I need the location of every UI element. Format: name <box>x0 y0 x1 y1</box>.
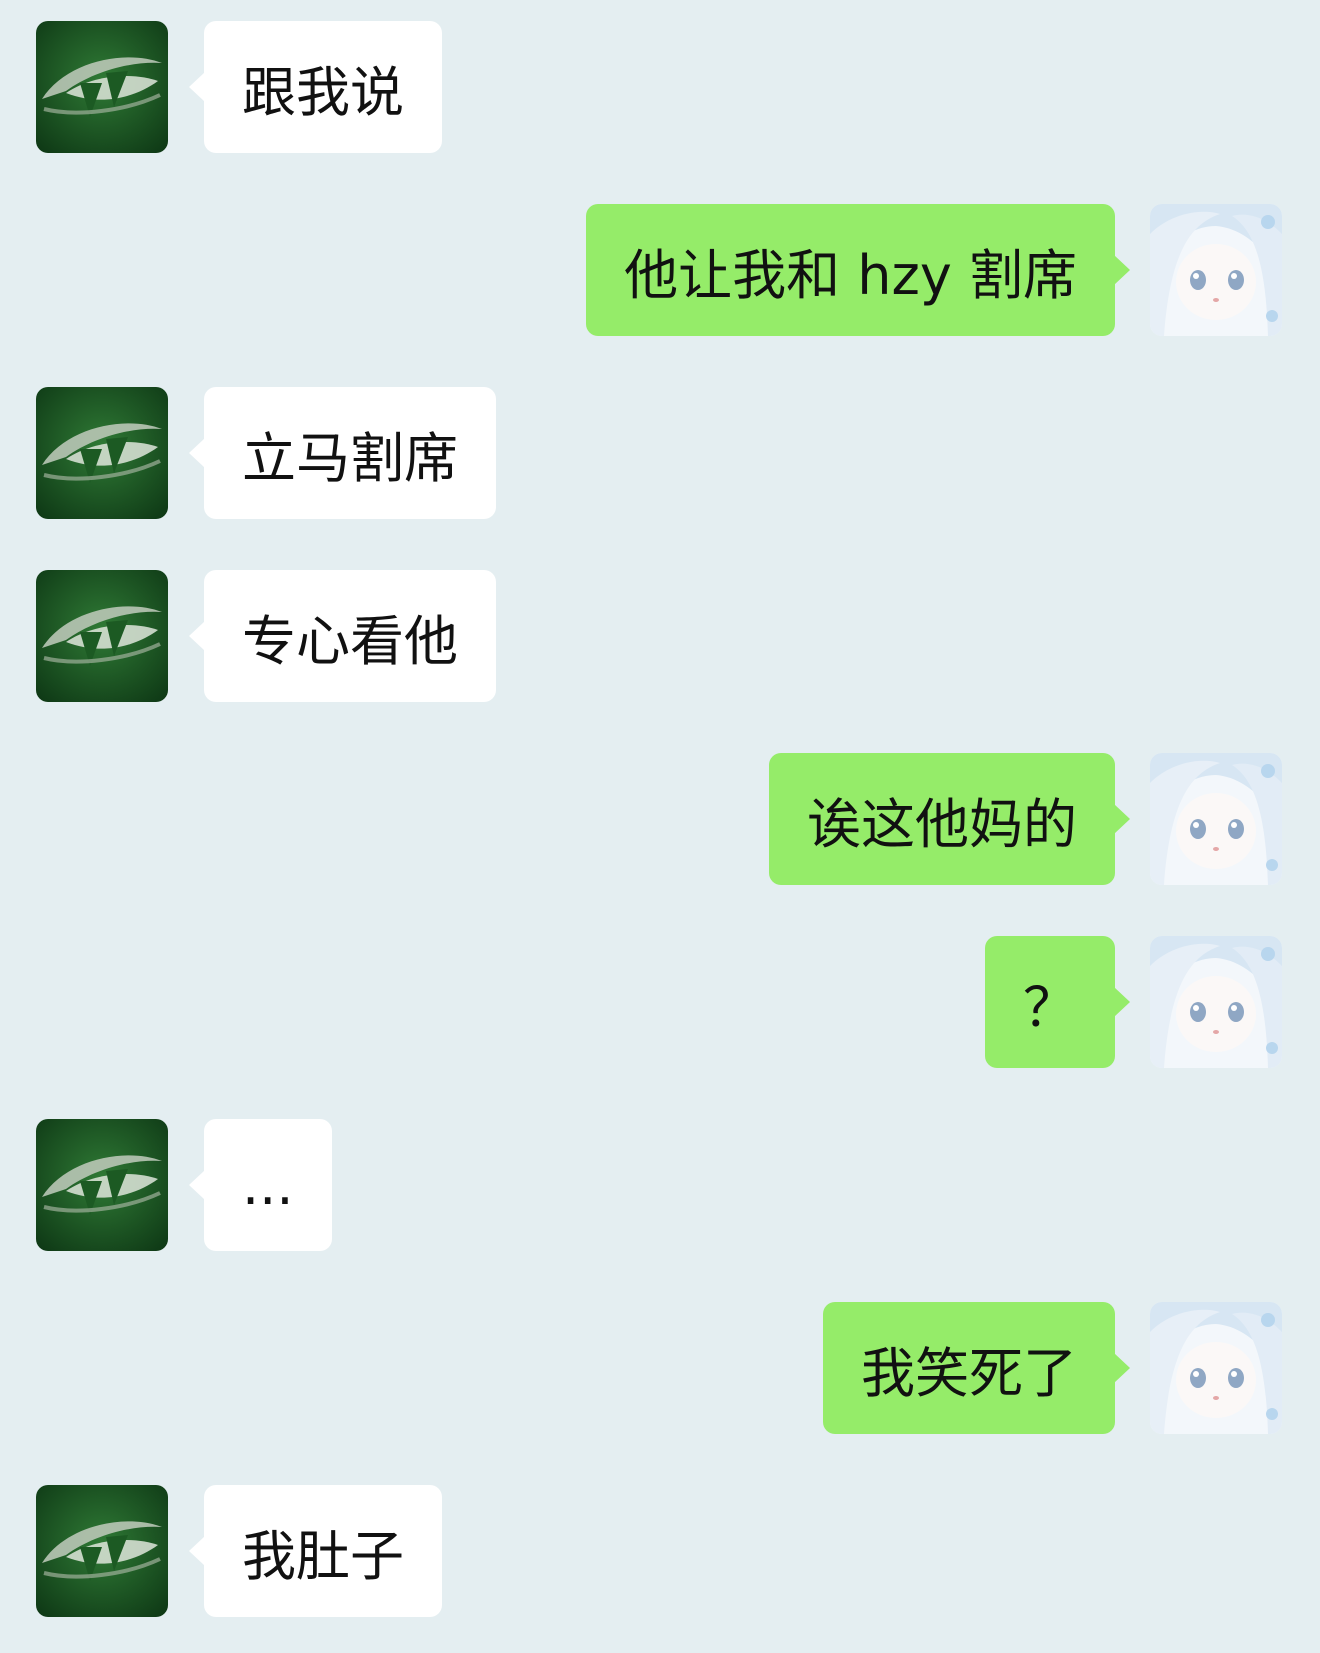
anime-girl-avatar-icon <box>1150 1302 1282 1434</box>
green-eye-avatar-icon <box>36 21 168 153</box>
green-eye-avatar-icon <box>36 570 168 702</box>
message-bubble[interactable]: ？ <box>985 936 1130 1068</box>
contact-avatar[interactable] <box>36 21 168 153</box>
message-row-outgoing: 诶这他妈的 <box>0 753 1320 885</box>
message-bubble[interactable]: 诶这他妈的 <box>769 753 1130 885</box>
message-row-outgoing: ？ <box>0 936 1320 1068</box>
message-row-incoming: 专心看他 <box>0 570 1320 702</box>
message-row-incoming: 我肚子 <box>0 1485 1320 1617</box>
message-bubble[interactable]: 跟我说 <box>189 21 442 153</box>
message-row-outgoing: 我笑死了 <box>0 1302 1320 1434</box>
contact-avatar[interactable] <box>36 1119 168 1251</box>
anime-girl-avatar-icon <box>1150 753 1282 885</box>
message-bubble[interactable]: 我肚子 <box>189 1485 442 1617</box>
anime-girl-avatar-icon <box>1150 204 1282 336</box>
message-bubble[interactable]: ... <box>189 1119 332 1251</box>
self-avatar[interactable] <box>1150 753 1282 885</box>
green-eye-avatar-icon <box>36 1485 168 1617</box>
message-row-outgoing: 他让我和 hzy 割席 <box>0 204 1320 336</box>
self-avatar[interactable] <box>1150 1302 1282 1434</box>
self-avatar[interactable] <box>1150 936 1282 1068</box>
contact-avatar[interactable] <box>36 387 168 519</box>
green-eye-avatar-icon <box>36 387 168 519</box>
message-row-incoming: 跟我说 <box>0 21 1320 153</box>
message-bubble[interactable]: 他让我和 hzy 割席 <box>586 204 1130 336</box>
anime-girl-avatar-icon <box>1150 936 1282 1068</box>
contact-avatar[interactable] <box>36 570 168 702</box>
message-bubble[interactable]: 专心看他 <box>189 570 496 702</box>
message-row-incoming: 立马割席 <box>0 387 1320 519</box>
message-bubble[interactable]: 立马割席 <box>189 387 496 519</box>
green-eye-avatar-icon <box>36 1119 168 1251</box>
message-bubble[interactable]: 我笑死了 <box>823 1302 1130 1434</box>
message-row-incoming: ... <box>0 1119 1320 1251</box>
self-avatar[interactable] <box>1150 204 1282 336</box>
contact-avatar[interactable] <box>36 1485 168 1617</box>
